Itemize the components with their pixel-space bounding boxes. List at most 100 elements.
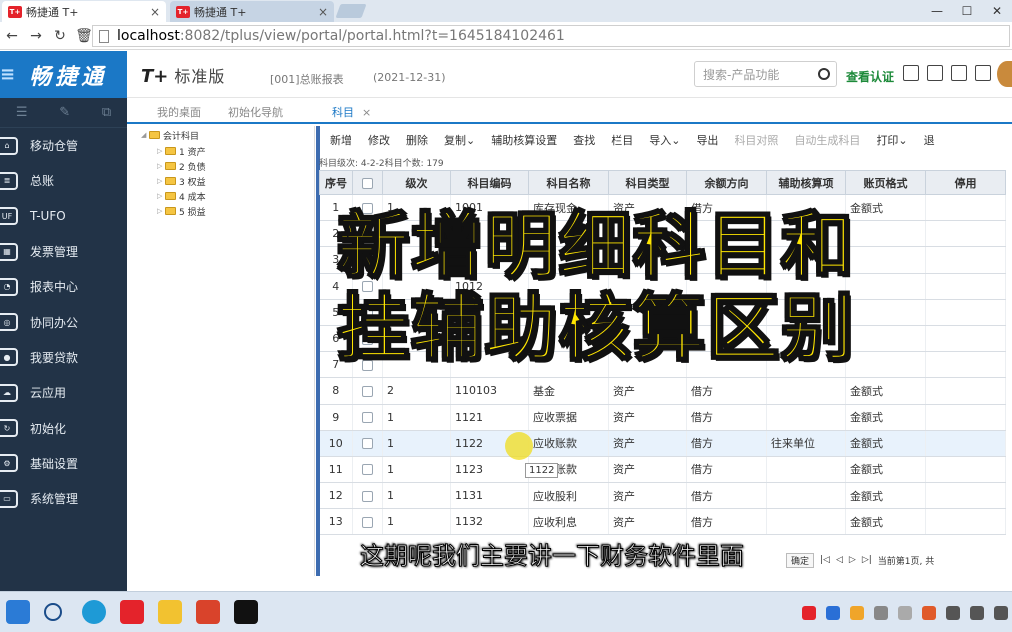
sidebar-item-loan[interactable]: ● 我要贷款 (0, 340, 127, 375)
menu-icon[interactable]: ☰ (16, 105, 28, 120)
pin-icon[interactable]: ⧉ (102, 105, 111, 120)
browser-tab-active[interactable]: T+ 畅捷通 T+ × (2, 1, 166, 22)
column-header[interactable]: 科目名称 (528, 170, 609, 195)
bluetooth-icon[interactable] (826, 605, 840, 620)
toolbar-button-2[interactable]: 删除 (398, 132, 436, 148)
search-icon[interactable] (818, 68, 830, 80)
checkbox[interactable] (362, 177, 373, 189)
toolbar-button-10[interactable]: 自动生成科目 (786, 132, 868, 148)
sidebar-item-cloud[interactable]: ☁ 云应用 (0, 375, 127, 410)
table-row[interactable]: 1111123预付账款资产借方金额式 (319, 456, 1006, 484)
account-name[interactable]: [001]总账报表 (270, 71, 344, 87)
column-header[interactable]: 级次 (382, 170, 451, 195)
column-header[interactable]: 科目类型 (608, 170, 687, 195)
tree-node[interactable]: ▷ 1 资产 (157, 144, 206, 158)
tray-app-icon[interactable] (850, 605, 864, 620)
select-all-checkbox-cell[interactable] (352, 170, 383, 195)
row-checkbox[interactable] (362, 438, 373, 450)
last-page-icon[interactable]: ▷| (862, 555, 872, 565)
pager-ok-button[interactable]: 确定 (786, 552, 815, 568)
file-explorer-icon[interactable] (158, 600, 182, 624)
row-checkbox[interactable] (362, 412, 373, 424)
phone-icon[interactable] (975, 65, 991, 81)
close-icon[interactable]: × (150, 5, 160, 19)
mic-icon[interactable] (874, 605, 888, 620)
capcut-icon[interactable] (234, 600, 258, 624)
tray-app-icon[interactable] (802, 605, 816, 620)
tasks-icon[interactable] (927, 65, 943, 81)
toolbar-button-12[interactable]: 退 (916, 132, 943, 148)
toolbar-button-1[interactable]: 修改 (360, 132, 398, 148)
next-page-icon[interactable]: ▷ (849, 555, 856, 565)
close-window-icon[interactable]: ✕ (982, 0, 1012, 22)
sidebar-item-general-ledger[interactable]: ≣ 总账 (0, 163, 127, 198)
search-icon[interactable] (44, 603, 62, 621)
browser-tab-inactive[interactable]: T+ 畅捷通 T+ × (170, 1, 334, 22)
forward-icon[interactable]: → (24, 28, 48, 44)
sidebar-item-system[interactable]: ▭ 系统管理 (0, 481, 127, 516)
toolbar-button-0[interactable]: 新增 (322, 132, 360, 148)
prev-page-icon[interactable]: ◁ (836, 555, 843, 565)
row-checkbox[interactable] (362, 490, 373, 502)
column-header[interactable]: 停用 (925, 170, 1006, 195)
collapse-icon[interactable]: ▷ (157, 147, 165, 155)
toolbar-button-7[interactable]: 导入⌄ (641, 132, 688, 148)
toolbar-button-5[interactable]: 查找 (565, 132, 603, 148)
column-header[interactable]: 序号 (319, 170, 353, 195)
column-header[interactable]: 辅助核算项 (766, 170, 846, 195)
windows-start-icon[interactable] (6, 600, 30, 624)
url-input[interactable]: localhost:8082/tplus/view/portal/portal.… (92, 25, 1010, 47)
sidebar-item-basic-settings[interactable]: ⚙ 基础设置 (0, 446, 127, 481)
collapse-icon[interactable]: ▷ (157, 162, 165, 170)
column-header[interactable]: 科目编码 (450, 170, 529, 195)
column-header[interactable]: 账页格式 (845, 170, 926, 195)
input-method-icon[interactable] (898, 605, 912, 620)
search-input[interactable]: 搜索-产品功能 (694, 61, 837, 87)
row-checkbox[interactable] (362, 516, 373, 528)
sidebar-item-invoice[interactable]: ▦ 发票管理 (0, 234, 127, 269)
tree-node[interactable]: ▷ 5 损益 (157, 204, 206, 218)
sidebar-item-collaboration[interactable]: ◎ 协同办公 (0, 304, 127, 339)
back-icon[interactable]: ← (0, 28, 24, 44)
office-icon[interactable] (196, 600, 220, 624)
edit-icon[interactable]: ✎ (59, 105, 70, 120)
tray-app-icon[interactable] (922, 605, 936, 620)
tree-node[interactable]: ▷ 3 权益 (157, 174, 206, 188)
tplus-app-icon[interactable] (120, 600, 144, 624)
table-row[interactable]: 8 2 110103 基金 资产 借方 金额式 (319, 377, 1006, 405)
close-icon[interactable]: × (362, 106, 371, 119)
column-header[interactable]: 余额方向 (686, 170, 767, 195)
table-row[interactable]: 13 1 1132 应收利息 资产 借方 金额式 (319, 508, 1006, 536)
collapse-icon[interactable]: ▷ (157, 207, 165, 215)
row-checkbox[interactable] (362, 385, 373, 397)
tree-root[interactable]: ◢ 会计科目 (141, 128, 199, 142)
toolbar-button-8[interactable]: 导出 (688, 132, 726, 148)
tab-init-nav[interactable]: 初始化导航 (228, 104, 283, 120)
reload-icon[interactable]: ↻ (48, 28, 72, 44)
table-row[interactable]: 10 1 1122 应收账款 资产 借方 往来单位 金额式 (319, 430, 1006, 457)
tree-node[interactable]: ▷ 4 成本 (157, 189, 206, 203)
toolbar-button-9[interactable]: 科目对照 (726, 132, 786, 148)
sidebar-item-initialize[interactable]: ↻ 初始化 (0, 410, 127, 445)
wifi-icon[interactable] (946, 605, 960, 620)
new-tab-button[interactable] (335, 4, 367, 18)
message-icon[interactable] (951, 65, 967, 81)
volume-icon[interactable] (970, 605, 984, 620)
expand-icon[interactable]: ◢ (141, 131, 149, 139)
tab-accounts[interactable]: 科目 × (332, 104, 371, 120)
sidebar-item-reports[interactable]: ◔ 报表中心 (0, 269, 127, 304)
close-icon[interactable]: × (318, 5, 328, 19)
collapse-icon[interactable]: ▷ (157, 192, 165, 200)
row-checkbox[interactable] (362, 464, 373, 476)
toolbar-button-4[interactable]: 辅助核算设置 (483, 132, 565, 148)
verify-link[interactable]: 查看认证 (846, 68, 894, 85)
sidebar-item-mobile-warehouse[interactable]: ⌂ 移动仓管 (0, 128, 127, 163)
tree-node[interactable]: ▷ 2 负债 (157, 159, 206, 173)
toolbar-button-3[interactable]: 复制⌄ (436, 132, 483, 148)
table-row[interactable]: 12 1 1131 应收股利 资产 借方 金额式 (319, 482, 1006, 510)
collapse-icon[interactable]: ▷ (157, 177, 165, 185)
battery-icon[interactable] (994, 605, 1008, 620)
first-page-icon[interactable]: |◁ (820, 555, 830, 565)
minimize-icon[interactable]: — (922, 0, 952, 22)
tab-my-desktop[interactable]: 我的桌面 (157, 104, 201, 120)
